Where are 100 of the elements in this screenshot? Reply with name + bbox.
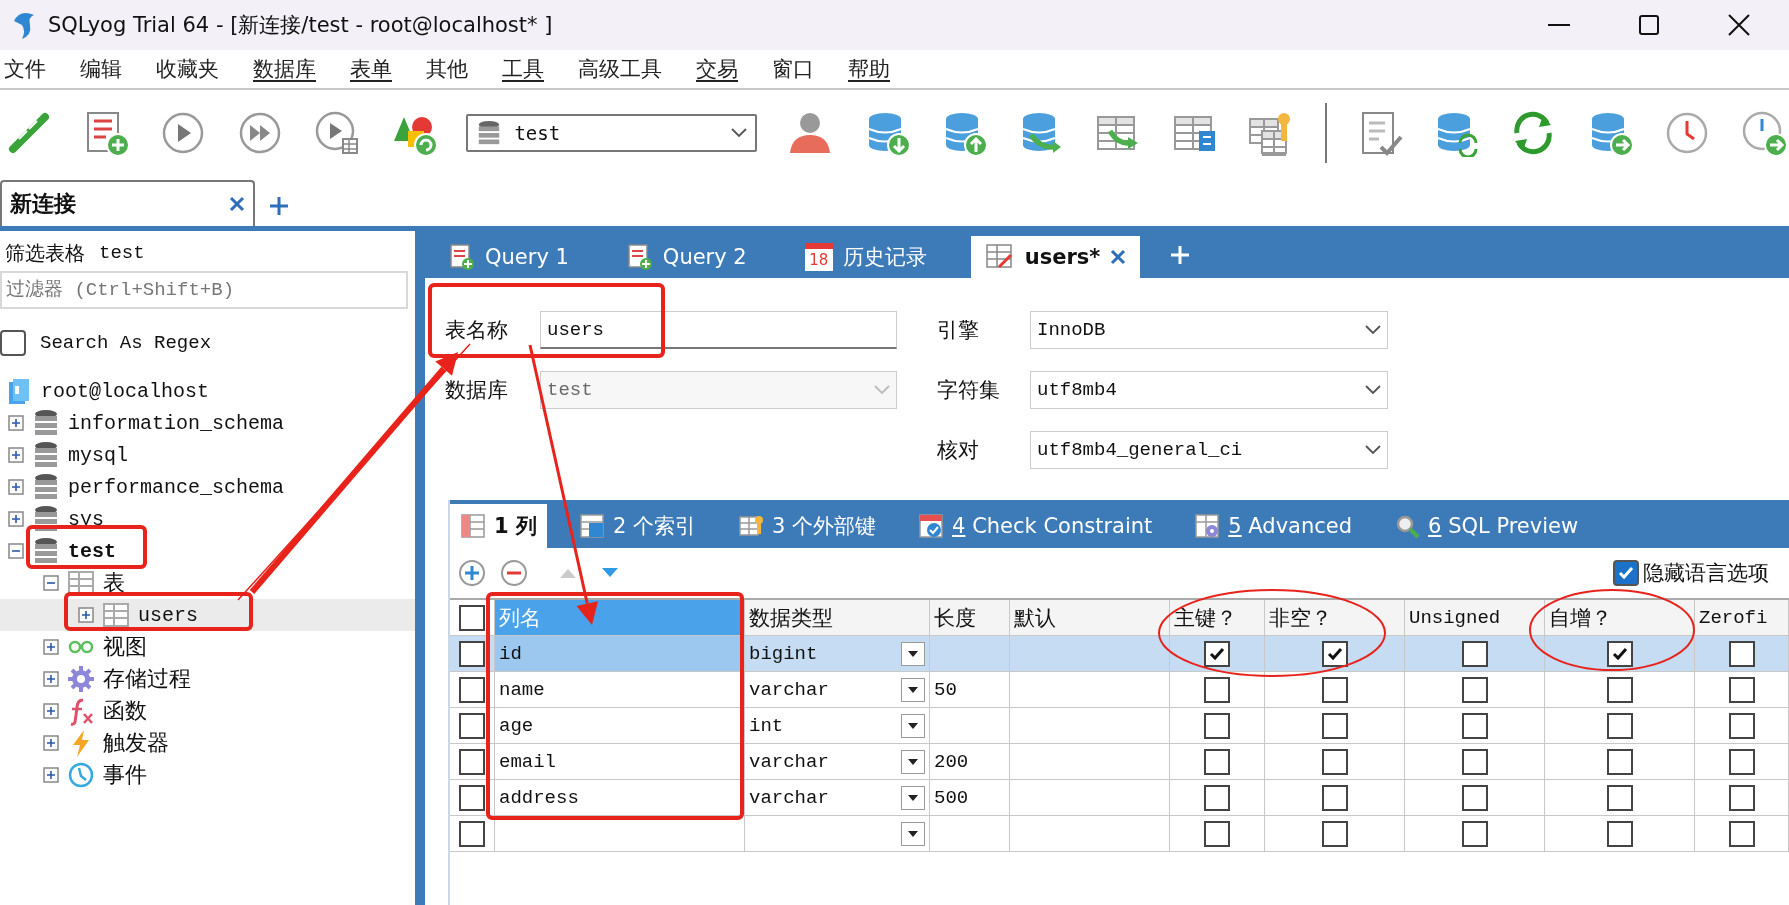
charset-select[interactable]: utf8mb4 <box>1030 371 1388 409</box>
checkbox[interactable] <box>1606 820 1633 847</box>
table-name-field[interactable]: users <box>540 311 897 349</box>
checkbox[interactable] <box>0 330 26 356</box>
checkbox[interactable] <box>1204 820 1230 847</box>
remove-button[interactable] <box>498 557 530 589</box>
checkbox[interactable] <box>1321 712 1348 739</box>
menu-item[interactable]: 其他 <box>426 55 468 83</box>
expand-icon[interactable] <box>43 767 59 783</box>
collapse-icon[interactable] <box>8 543 24 559</box>
checkbox[interactable] <box>1204 784 1230 811</box>
checkbox[interactable] <box>1321 820 1348 847</box>
column-header[interactable]: Unsigned <box>1405 600 1545 636</box>
column-header[interactable]: 主键？ <box>1170 600 1265 636</box>
tree-item[interactable]: 函数 <box>103 696 147 726</box>
checkbox[interactable] <box>459 748 485 775</box>
tree-item[interactable]: 存储过程 <box>103 664 191 694</box>
expand-icon[interactable] <box>43 671 59 687</box>
expand-icon[interactable] <box>8 447 24 463</box>
checkbox[interactable] <box>1204 712 1230 739</box>
column-header[interactable]: 默认 <box>1010 600 1170 636</box>
add-button[interactable] <box>456 557 488 589</box>
checkbox[interactable] <box>1461 640 1488 667</box>
select-all-checkbox[interactable] <box>459 604 485 631</box>
collation-select[interactable]: utf8mb4_general_ci <box>1030 431 1388 469</box>
dropdown-button[interactable] <box>901 749 925 774</box>
expand-icon[interactable] <box>8 511 24 527</box>
checkbox[interactable] <box>1606 784 1633 811</box>
menu-item[interactable]: 收藏夹 <box>156 55 219 83</box>
column-tab[interactable]: 1 列 <box>450 504 547 548</box>
checkbox[interactable] <box>1461 784 1488 811</box>
checkbox[interactable] <box>459 676 485 703</box>
checkbox[interactable] <box>1321 676 1348 703</box>
menu-item[interactable]: 窗口 <box>772 55 814 83</box>
checkbox[interactable] <box>1606 640 1633 667</box>
database-select[interactable]: test <box>466 114 758 152</box>
collapse-icon[interactable] <box>43 575 59 591</box>
dropdown-button[interactable] <box>901 641 925 666</box>
tree-item[interactable]: root@localhost <box>41 379 210 403</box>
connection-tab[interactable]: 新连接 <box>0 180 255 226</box>
checkbox[interactable] <box>1606 712 1633 739</box>
tree-item[interactable]: 视图 <box>103 632 147 662</box>
checkbox[interactable] <box>1613 560 1639 586</box>
checkbox[interactable] <box>459 820 485 847</box>
checkbox[interactable] <box>1728 784 1755 811</box>
dropdown-button[interactable] <box>901 677 925 702</box>
expand-icon[interactable] <box>43 735 59 751</box>
menu-item[interactable]: 工具 <box>502 55 544 83</box>
checkbox[interactable] <box>459 784 485 811</box>
checkbox[interactable] <box>1606 676 1633 703</box>
checkbox[interactable] <box>1461 676 1488 703</box>
column-tab[interactable]: 6 SQL Preview <box>1384 504 1589 548</box>
menu-item[interactable]: 表单 <box>350 55 392 83</box>
checkbox[interactable] <box>1606 748 1633 775</box>
expand-icon[interactable] <box>43 639 59 655</box>
checkbox[interactable] <box>1728 712 1755 739</box>
checkbox[interactable] <box>1204 676 1230 703</box>
column-tab[interactable]: 3 个外部键 <box>728 504 887 548</box>
dropdown-button[interactable] <box>901 713 925 738</box>
table-cell[interactable] <box>1010 816 1170 852</box>
table-cell[interactable] <box>930 816 1010 852</box>
menu-item[interactable]: 高级工具 <box>578 55 662 83</box>
filter-field[interactable]: 过滤器 (Ctrl+Shift+B) <box>0 271 408 309</box>
editor-tab[interactable]: Query 2 <box>612 236 761 278</box>
checkbox[interactable] <box>1461 712 1488 739</box>
column-header[interactable]: 数据类型 <box>745 600 930 636</box>
checkbox[interactable] <box>1204 640 1230 667</box>
checkbox[interactable] <box>1728 820 1755 847</box>
dropdown-button[interactable] <box>901 785 925 810</box>
menu-item[interactable]: 帮助 <box>848 55 890 83</box>
tree-item[interactable]: mysql <box>68 443 128 467</box>
column-tab[interactable]: 4 Check Constraint <box>908 504 1163 548</box>
tree-item[interactable]: 事件 <box>103 760 147 790</box>
expand-icon[interactable] <box>8 479 24 495</box>
tree-item[interactable]: information_schema <box>68 411 285 435</box>
column-header[interactable]: 自增？ <box>1545 600 1695 636</box>
engine-select[interactable]: InnoDB <box>1030 311 1388 349</box>
column-header[interactable]: 非空？ <box>1265 600 1405 636</box>
dropdown-button[interactable] <box>901 821 925 846</box>
checkbox[interactable] <box>1321 640 1348 667</box>
expand-icon[interactable] <box>78 607 94 623</box>
checkbox[interactable] <box>1728 676 1755 703</box>
table-cell[interactable]: address <box>495 780 745 816</box>
expand-icon[interactable] <box>8 415 24 431</box>
tree-item[interactable]: users <box>138 603 198 627</box>
menu-item[interactable]: 交易 <box>696 55 738 83</box>
table-cell[interactable] <box>495 816 745 852</box>
checkbox[interactable] <box>1321 748 1348 775</box>
checkbox[interactable] <box>1461 748 1488 775</box>
checkbox[interactable] <box>1321 784 1348 811</box>
checkbox[interactable] <box>459 640 485 667</box>
checkbox[interactable] <box>1204 748 1230 775</box>
editor-tab[interactable]: 18 历史记录 <box>790 236 941 278</box>
menu-item[interactable]: 编辑 <box>80 55 122 83</box>
column-tab[interactable]: 5 Advanced <box>1184 504 1363 548</box>
expand-icon[interactable] <box>43 703 59 719</box>
column-header[interactable]: Zerofi <box>1695 600 1789 636</box>
editor-tab[interactable]: users* <box>970 236 1141 278</box>
editor-tab[interactable]: Query 1 <box>435 236 583 278</box>
checkbox[interactable] <box>1728 748 1755 775</box>
